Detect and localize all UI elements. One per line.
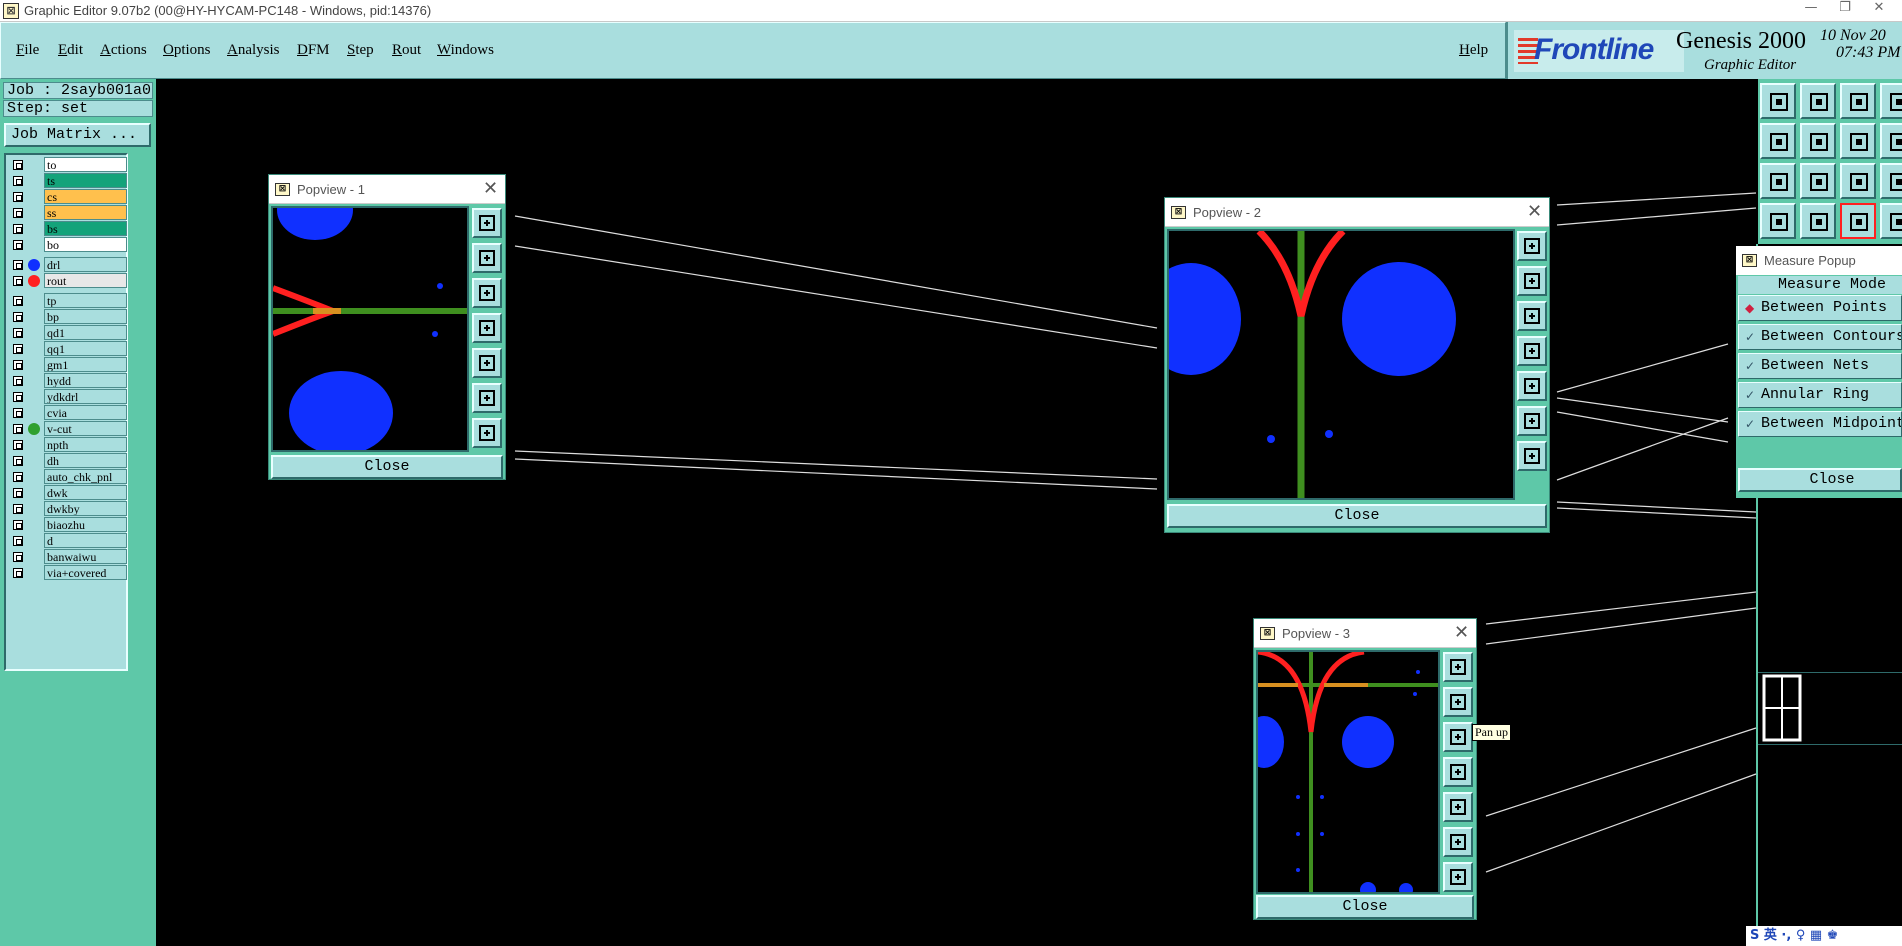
popview-1-window: ⊠ Popview - 1 ✕ Close bbox=[268, 174, 506, 480]
ime-status-bar[interactable]: S 英 ·, ♀ ▦ ♚ bbox=[1746, 926, 1902, 946]
measure-mode-header: Measure Mode bbox=[1738, 276, 1902, 294]
window-icon: ⊠ bbox=[1742, 254, 1757, 267]
radio-check-icon: ✓ bbox=[1745, 330, 1756, 344]
popview-2-title: Popview - 2 bbox=[1193, 205, 1261, 220]
measure-option-label: Between Contours bbox=[1761, 328, 1902, 345]
popview-3-close-button[interactable]: Close bbox=[1256, 895, 1474, 919]
measure-option-between-midpoints[interactable]: ✓ Between Midpoints bbox=[1738, 411, 1902, 437]
pan-up-tooltip: Pan up bbox=[1472, 724, 1511, 741]
popview-2-canvas[interactable] bbox=[1167, 229, 1515, 500]
popview-2-close-button[interactable]: Close bbox=[1167, 504, 1547, 528]
popview-1-title: Popview - 1 bbox=[297, 182, 365, 197]
zoom-out-icon[interactable] bbox=[472, 418, 502, 448]
pan-right-icon[interactable] bbox=[1443, 792, 1473, 822]
measure-close-button[interactable]: Close bbox=[1738, 468, 1902, 492]
zoom-window-icon[interactable] bbox=[1517, 231, 1547, 261]
pan-down-icon[interactable] bbox=[1443, 722, 1473, 752]
popview-3-canvas[interactable] bbox=[1256, 650, 1440, 894]
measure-option-label: Between Midpoints bbox=[1761, 415, 1902, 432]
pan-left-icon[interactable] bbox=[1443, 757, 1473, 787]
pan-left-icon[interactable] bbox=[472, 313, 502, 343]
popview-1-titlebar[interactable]: ⊠ Popview - 1 ✕ bbox=[269, 175, 505, 204]
zoom-out-icon[interactable] bbox=[1443, 862, 1473, 892]
pan-left-icon[interactable] bbox=[1517, 336, 1547, 366]
zoom-in-icon[interactable] bbox=[1443, 827, 1473, 857]
measure-popup-titlebar[interactable]: ⊠ Measure Popup bbox=[1736, 246, 1902, 275]
popview-2-titlebar[interactable]: ⊠ Popview - 2 ✕ bbox=[1165, 198, 1549, 227]
radio-check-icon: ✓ bbox=[1745, 417, 1756, 431]
pan-up-icon[interactable] bbox=[472, 243, 502, 273]
zoom-out-icon[interactable] bbox=[1517, 441, 1547, 471]
popview-3-titlebar[interactable]: ⊠ Popview - 3 ✕ bbox=[1254, 619, 1476, 648]
close-icon[interactable]: ✕ bbox=[1454, 622, 1469, 643]
popview-1-canvas[interactable] bbox=[271, 206, 469, 452]
close-icon[interactable]: ✕ bbox=[1527, 201, 1542, 222]
zoom-window-icon[interactable] bbox=[1443, 652, 1473, 682]
pan-up-icon[interactable] bbox=[1443, 687, 1473, 717]
pan-right-icon[interactable] bbox=[1517, 371, 1547, 401]
popview-2-window: ⊠ Popview - 2 ✕ Close bbox=[1164, 197, 1550, 533]
window-icon: ⊠ bbox=[1171, 206, 1186, 219]
measure-option-label: Annular Ring bbox=[1761, 386, 1870, 403]
pan-right-icon[interactable] bbox=[472, 348, 502, 378]
measure-option-label: Between Nets bbox=[1761, 357, 1870, 374]
pan-down-icon[interactable] bbox=[1517, 301, 1547, 331]
popview-1-close-button[interactable]: Close bbox=[271, 455, 503, 479]
measure-spacer bbox=[1738, 436, 1902, 458]
zoom-window-icon[interactable] bbox=[472, 208, 502, 238]
zoom-in-icon[interactable] bbox=[472, 383, 502, 413]
measure-option-annular-ring[interactable]: ✓ Annular Ring bbox=[1738, 382, 1902, 408]
popview-1-graphics bbox=[273, 208, 467, 450]
measure-popup: ⊠ Measure Popup Measure Mode Close ◆ Betw… bbox=[1736, 246, 1902, 498]
measure-option-between-nets[interactable]: ✓ Between Nets bbox=[1738, 353, 1902, 379]
close-icon[interactable]: ✕ bbox=[483, 178, 498, 199]
pan-down-icon[interactable] bbox=[472, 278, 502, 308]
popview-3-graphics bbox=[1258, 652, 1438, 892]
radio-selected-icon: ◆ bbox=[1745, 301, 1755, 315]
measure-option-between-points[interactable]: ◆ Between Points bbox=[1738, 295, 1902, 321]
window-icon: ⊠ bbox=[275, 183, 290, 196]
radio-check-icon: ✓ bbox=[1745, 388, 1756, 402]
window-icon: ⊠ bbox=[1260, 627, 1275, 640]
popview-3-window: ⊠ Popview - 3 ✕ Close bbox=[1253, 618, 1477, 920]
pan-up-icon[interactable] bbox=[1517, 266, 1547, 296]
zoom-in-icon[interactable] bbox=[1517, 406, 1547, 436]
measure-option-label: Between Points bbox=[1761, 299, 1888, 316]
radio-check-icon: ✓ bbox=[1745, 359, 1756, 373]
measure-option-between-contours[interactable]: ✓ Between Contours bbox=[1738, 324, 1902, 350]
popview-2-graphics bbox=[1169, 231, 1456, 498]
popview-3-title: Popview - 3 bbox=[1282, 626, 1350, 641]
measure-popup-title: Measure Popup bbox=[1764, 253, 1856, 268]
